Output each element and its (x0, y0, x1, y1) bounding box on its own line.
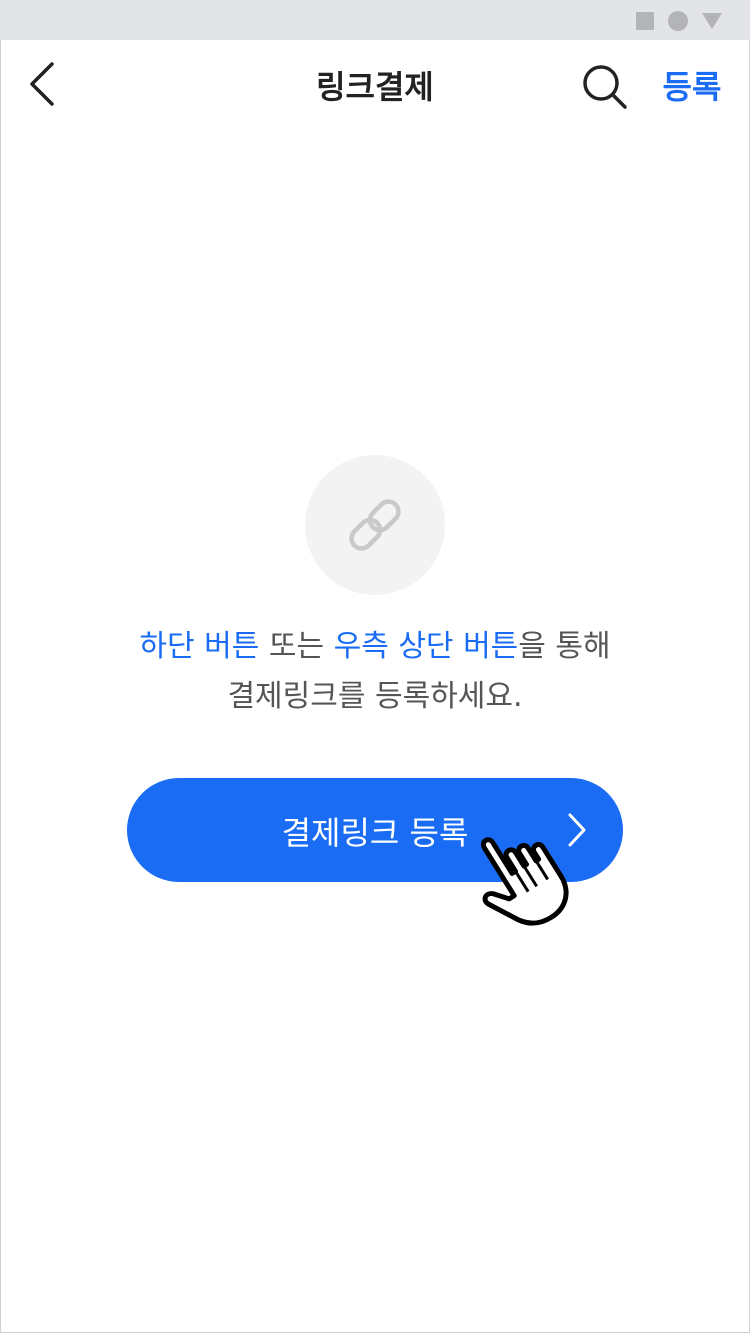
empty-state-line-1: 하단 버튼 또는 우측 상단 버튼을 통해 (0, 622, 750, 672)
recent-apps-icon (636, 12, 654, 30)
back-triangle-icon (702, 13, 722, 29)
highlight-bottom-button: 하단 버튼 (139, 629, 260, 664)
home-icon (668, 11, 688, 31)
empty-state-message: 하단 버튼 또는 우측 상단 버튼을 통해 결제링크를 등록하세요. (0, 622, 750, 722)
register-button[interactable]: 등록 (650, 62, 734, 108)
empty-state-icon (305, 455, 445, 595)
hand-pointer-icon (480, 837, 569, 926)
message-text: 을 통해 (518, 629, 611, 664)
search-button[interactable] (578, 60, 630, 112)
search-icon (583, 65, 627, 109)
message-text: 또는 (259, 629, 334, 664)
system-status-bar (0, 0, 750, 40)
app-header: 링크결제 등록 (0, 40, 750, 128)
empty-state-line-2: 결제링크를 등록하세요. (227, 679, 523, 714)
link-icon (349, 499, 401, 551)
highlight-top-right-button: 우측 상단 버튼 (333, 629, 519, 664)
page-title: 링크결제 (316, 68, 434, 106)
